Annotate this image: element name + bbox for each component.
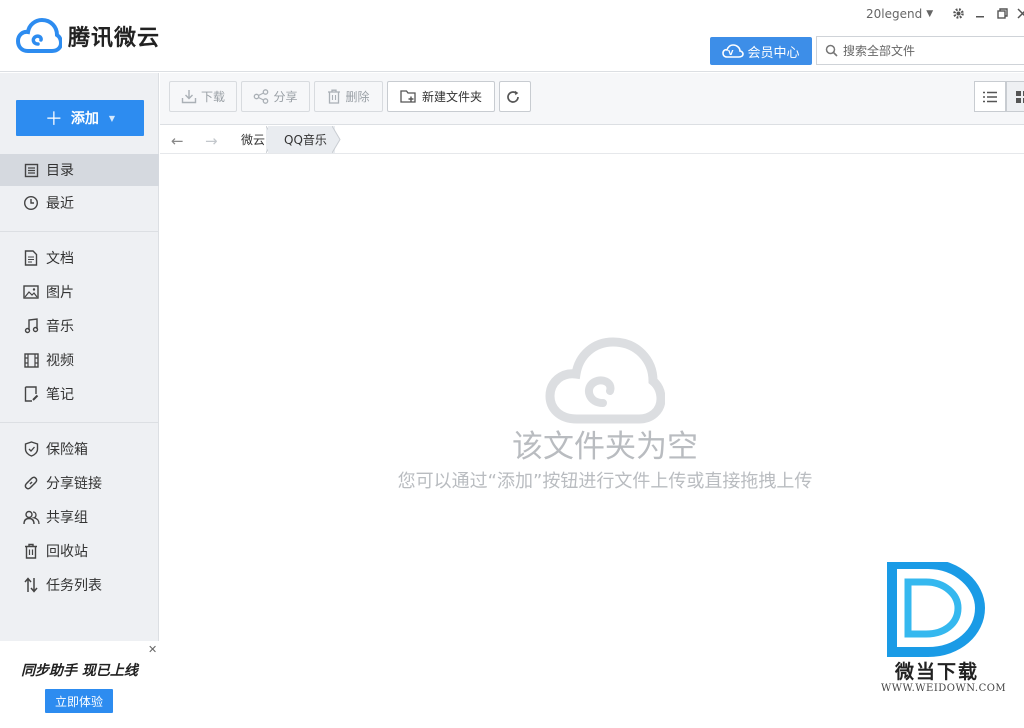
promo-banner: ✕ 同步助手 现已上线 立即体验	[0, 641, 159, 728]
watermark-url: WWW.WEIDOWN.COM	[881, 683, 1007, 694]
sidebar-item-share-links[interactable]: 分享链接	[0, 467, 159, 499]
refresh-icon	[507, 90, 519, 103]
search-icon	[825, 44, 838, 57]
empty-folder-hint: 您可以通过“添加”按钮进行文件上传或直接拖拽上传	[397, 471, 813, 492]
note-icon	[22, 385, 40, 403]
weiyun-cloud-logo-icon	[16, 18, 62, 53]
trash-icon	[328, 89, 341, 104]
download-icon	[181, 90, 197, 104]
close-icon[interactable]: ✕	[148, 643, 157, 656]
username: 20legend	[866, 7, 923, 21]
promo-title: 同步助手 现已上线	[21, 663, 138, 679]
sidebar-divider	[0, 231, 159, 232]
sidebar-item-label: 目录	[46, 163, 74, 179]
sidebar-item-recycle-bin[interactable]: 回收站	[0, 535, 159, 567]
sidebar-item-safe[interactable]: 保险箱	[0, 433, 159, 465]
empty-cloud-icon	[545, 337, 665, 424]
sidebar-item-shared-group[interactable]: 共享组	[0, 501, 159, 533]
music-icon	[22, 317, 40, 335]
sidebar-item-task-list[interactable]: 任务列表	[0, 569, 159, 601]
sidebar-item-label: 保险箱	[46, 442, 88, 458]
header: 腾讯微云 20legend ▼ V 会员中心	[0, 0, 1024, 72]
sidebar-item-music[interactable]: 音乐	[0, 310, 159, 342]
watermark-name: 微当下载	[895, 661, 980, 683]
plus-icon: ＋	[44, 109, 63, 130]
minimize-icon[interactable]	[972, 5, 988, 21]
sidebar-item-catalog[interactable]: 目录	[0, 154, 159, 186]
grid-view-icon	[1016, 90, 1024, 103]
toolbar: 下载 分享 删除 新建文件夹	[160, 73, 1024, 125]
forward-arrow-icon[interactable]: →	[205, 132, 218, 150]
app-name: 腾讯微云	[68, 26, 161, 51]
vip-cloud-icon: V	[722, 44, 745, 58]
vip-center-button[interactable]: V 会员中心	[710, 37, 812, 65]
back-arrow-icon[interactable]: ←	[171, 132, 184, 150]
sidebar: ＋ 添加 ▼ 目录 最近 文档 图片 音乐 视频 笔记 保险箱 分享链接 共享组…	[0, 73, 159, 728]
sidebar-item-label: 图片	[46, 285, 74, 301]
breadcrumb-separator	[332, 126, 341, 153]
try-now-button[interactable]: 立即体验	[45, 689, 113, 713]
share-icon	[254, 89, 269, 104]
breadcrumb-current[interactable]: QQ音乐	[268, 126, 335, 153]
vip-center-label: 会员中心	[747, 45, 800, 61]
new-folder-button[interactable]: 新建文件夹	[387, 81, 495, 112]
logo[interactable]: 腾讯微云	[16, 18, 160, 54]
trash-icon	[22, 542, 40, 560]
sidebar-item-notes[interactable]: 笔记	[0, 378, 159, 410]
sidebar-item-label: 回收站	[46, 544, 88, 560]
clock-icon	[22, 194, 40, 212]
empty-folder-title: 该文件夹为空	[512, 429, 698, 465]
sidebar-item-label: 笔记	[46, 387, 74, 403]
new-folder-icon	[400, 90, 416, 103]
sidebar-item-label: 视频	[46, 353, 74, 369]
sidebar-item-label: 音乐	[46, 319, 74, 335]
sidebar-divider	[0, 422, 159, 423]
sidebar-item-label: 分享链接	[46, 476, 102, 492]
sidebar-item-label: 任务列表	[46, 578, 102, 594]
list-view-icon	[983, 91, 997, 102]
new-folder-label: 新建文件夹	[421, 90, 482, 104]
video-icon	[22, 351, 40, 369]
close-icon[interactable]	[1014, 5, 1024, 21]
list-view-button[interactable]	[974, 81, 1006, 112]
refresh-button[interactable]	[499, 81, 531, 112]
restore-icon[interactable]	[994, 5, 1010, 21]
group-icon	[22, 508, 40, 526]
svg-text:V: V	[728, 49, 734, 57]
grid-view-button[interactable]	[1006, 81, 1024, 112]
download-label: 下载	[200, 90, 225, 104]
sidebar-item-label: 文档	[46, 251, 74, 267]
transfer-icon	[22, 576, 40, 594]
chevron-down-icon: ▼	[926, 9, 934, 19]
delete-button[interactable]: 删除	[314, 81, 383, 112]
shield-icon	[22, 440, 40, 458]
gear-icon[interactable]	[950, 5, 966, 21]
catalog-icon	[22, 161, 40, 179]
search-input[interactable]	[843, 43, 1013, 58]
sidebar-item-label: 共享组	[46, 510, 88, 526]
add-button-label: 添加	[70, 111, 99, 127]
sidebar-item-images[interactable]: 图片	[0, 276, 159, 308]
add-button[interactable]: ＋ 添加 ▼	[16, 100, 144, 136]
delete-label: 删除	[345, 90, 370, 104]
link-icon	[22, 474, 40, 492]
share-label: 分享	[273, 90, 298, 104]
share-button[interactable]: 分享	[241, 81, 310, 112]
user-menu[interactable]: 20legend ▼	[866, 7, 933, 21]
sidebar-item-label: 最近	[46, 196, 74, 212]
chevron-down-icon: ▼	[108, 113, 116, 123]
sidebar-item-video[interactable]: 视频	[0, 344, 159, 376]
image-icon	[22, 283, 40, 301]
sidebar-item-documents[interactable]: 文档	[0, 242, 159, 274]
document-icon	[22, 249, 40, 267]
search-box[interactable]	[816, 36, 1024, 65]
breadcrumb-item[interactable]: 微云	[241, 126, 265, 153]
breadcrumb: ← → 微云 QQ音乐	[160, 126, 1024, 154]
download-button[interactable]: 下载	[169, 81, 237, 112]
sidebar-item-recent[interactable]: 最近	[0, 187, 159, 219]
